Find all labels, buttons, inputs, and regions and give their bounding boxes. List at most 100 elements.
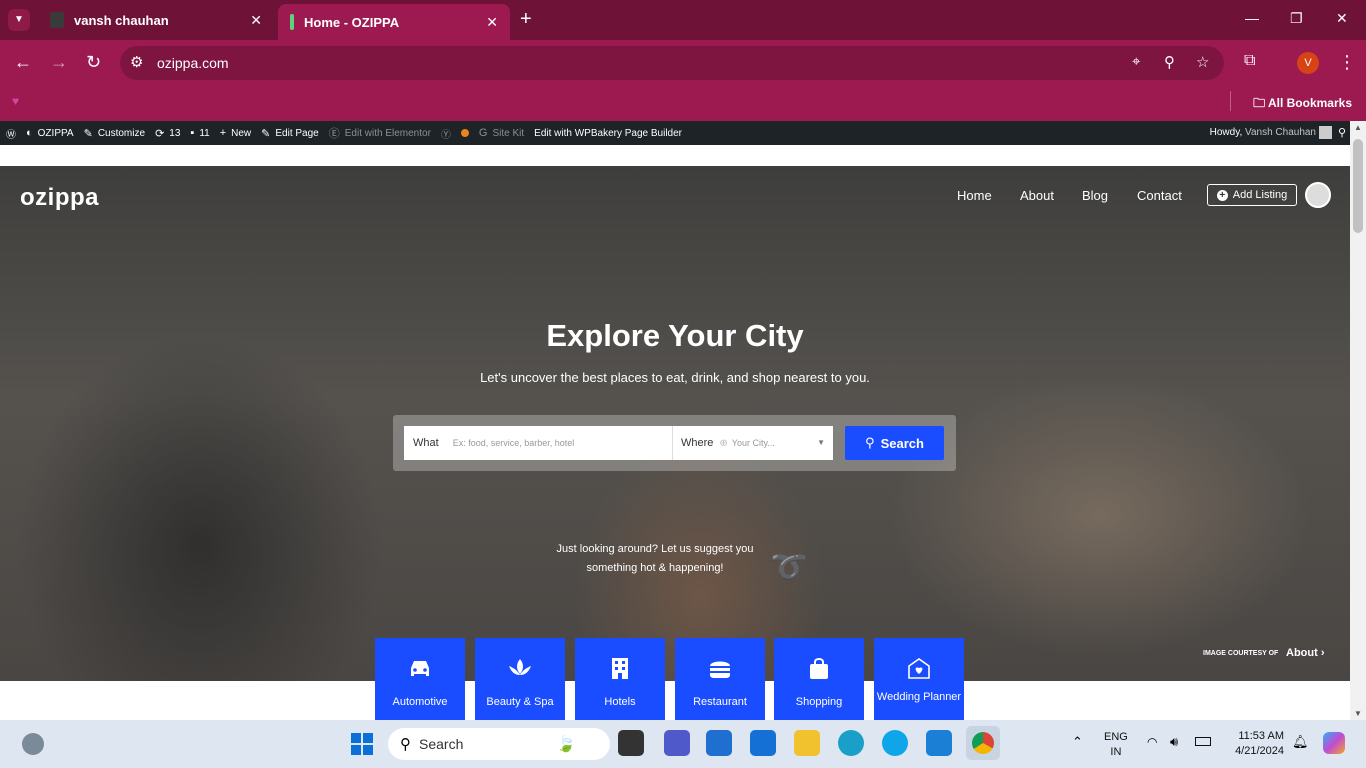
- wp-customize-label: Customize: [97, 127, 146, 139]
- wp-user-avatar[interactable]: [1319, 126, 1332, 139]
- wp-search-icon[interactable]: ⚲: [1338, 126, 1346, 139]
- nav-about[interactable]: About: [1020, 188, 1054, 203]
- close-tab-icon[interactable]: ✕: [250, 12, 262, 29]
- language-indicator[interactable]: ENG IN: [1104, 730, 1128, 760]
- task-view-icon[interactable]: [618, 730, 644, 756]
- back-icon[interactable]: ←: [14, 52, 32, 73]
- menu-kebab-icon[interactable]: ⋮: [1338, 52, 1356, 73]
- crosshair-icon: ⊕: [719, 437, 728, 449]
- store-icon[interactable]: [706, 730, 732, 756]
- what-input[interactable]: Ex: food, service, barber, hotel: [453, 438, 575, 448]
- wp-howdy[interactable]: Howdy, Vansh Chauhan: [1210, 127, 1316, 138]
- wp-site-kit[interactable]: G Site Kit: [479, 127, 524, 139]
- nav-contact[interactable]: Contact: [1137, 188, 1182, 203]
- scroll-up-icon[interactable]: ▲: [1354, 123, 1362, 132]
- nav-blog[interactable]: Blog: [1082, 188, 1108, 203]
- battery-icon[interactable]: [1195, 737, 1211, 746]
- site-info-icon[interactable]: ⚙: [130, 53, 143, 71]
- scroll-down-icon[interactable]: ▼: [1354, 709, 1362, 718]
- copilot-icon[interactable]: [1323, 732, 1345, 754]
- wp-edit-page[interactable]: ✎ Edit Page: [261, 127, 319, 140]
- profile-avatar[interactable]: V: [1297, 52, 1319, 74]
- page-scrollbar[interactable]: ▲ ▼: [1350, 121, 1366, 720]
- category-automotive[interactable]: Automotive: [375, 638, 465, 720]
- category-label: Restaurant: [693, 696, 747, 708]
- volume-icon[interactable]: 🔊︎: [1170, 734, 1178, 750]
- category-beauty-spa[interactable]: Beauty & Spa: [475, 638, 565, 720]
- wp-admin-bar: Ⓦ ◐ OZIPPA ✎ Customize ⟳ 13 ▪ 11 + New ✎ Edit …: [0, 121, 1366, 145]
- browser-tab-bar: ▼ vansh chauhan ✕ Home - OZIPPA ✕ + — ❐ …: [0, 0, 1366, 40]
- skype-icon[interactable]: [882, 730, 908, 756]
- clock[interactable]: 11:53 AM 4/21/2024: [1224, 729, 1284, 759]
- nav-home[interactable]: Home: [957, 188, 992, 203]
- wp-site-label: OZIPPA: [37, 127, 74, 139]
- dashboard-icon: ◐: [26, 127, 33, 139]
- tab-title: Home - OZIPPA: [304, 14, 400, 30]
- wp-edit-elementor[interactable]: Ⓔ Edit with Elementor: [329, 125, 431, 141]
- tab-search-button[interactable]: ▼: [8, 9, 30, 31]
- category-wedding-planner[interactable]: Wedding Planner: [874, 638, 964, 720]
- extensions-icon[interactable]: ⧉: [1244, 52, 1255, 70]
- close-window-icon[interactable]: ✕: [1336, 10, 1348, 27]
- chevron-up-icon[interactable]: ⌃: [1072, 734, 1083, 750]
- mail-icon[interactable]: [750, 730, 776, 756]
- category-hotels[interactable]: Hotels: [575, 638, 665, 720]
- restore-icon[interactable]: ❐: [1290, 10, 1303, 27]
- reload-icon[interactable]: ↻: [86, 52, 101, 73]
- what-field[interactable]: What Ex: food, service, barber, hotel: [404, 426, 672, 460]
- all-bookmarks[interactable]: 🗀 All Bookmarks: [1253, 94, 1352, 115]
- taskbar-search[interactable]: ⚲ Search 🍃: [388, 728, 610, 760]
- wp-edit-wpbakery-label: Edit with WPBakery Page Builder: [534, 127, 682, 139]
- wp-comments-count: 11: [199, 127, 210, 139]
- tab-home-ozippa[interactable]: Home - OZIPPA ✕: [278, 4, 510, 40]
- widgets-icon[interactable]: [22, 733, 44, 755]
- wp-customize[interactable]: ✎ Customize: [84, 127, 145, 140]
- location-icon[interactable]: ⌖: [1132, 53, 1140, 70]
- wp-new[interactable]: + New: [220, 127, 251, 139]
- image-courtesy-link[interactable]: About ›: [1286, 647, 1325, 659]
- wordpress-logo-icon[interactable]: Ⓦ: [6, 126, 16, 141]
- hero-subtitle: Let's uncover the best places to eat, dr…: [480, 370, 870, 385]
- brush-icon: ✎: [83, 127, 93, 140]
- wp-site-name[interactable]: ◐ OZIPPA: [26, 127, 74, 139]
- site-logo[interactable]: ozippa: [20, 184, 99, 212]
- yoast-icon[interactable]: Ⓨ: [441, 126, 451, 141]
- close-tab-icon[interactable]: ✕: [486, 14, 498, 31]
- notification-icon[interactable]: 🔔︎: [1292, 734, 1309, 750]
- wp-comments[interactable]: ▪ 11: [190, 127, 209, 139]
- category-shopping[interactable]: Shopping: [774, 638, 864, 720]
- new-tab-icon[interactable]: +: [520, 8, 532, 31]
- vscode-icon[interactable]: [926, 730, 952, 756]
- tab-favicon: [50, 12, 64, 28]
- wedding-icon: [908, 658, 930, 679]
- wifi-icon[interactable]: ◠: [1147, 735, 1157, 749]
- bookmark-star-icon[interactable]: ☆: [1196, 53, 1209, 71]
- edge-icon[interactable]: [838, 730, 864, 756]
- search-form: What Ex: food, service, barber, hotel Wh…: [393, 415, 956, 471]
- page-viewport: ozippa Home About Blog Contact + Add Lis…: [0, 145, 1350, 720]
- wp-edit-wpbakery[interactable]: Edit with WPBakery Page Builder: [534, 128, 682, 139]
- address-bar[interactable]: ⚙ ozippa.com ⌖ ⚲ ☆: [120, 46, 1224, 80]
- heart-bookmark-icon[interactable]: ♥: [12, 94, 19, 108]
- category-restaurant[interactable]: Restaurant: [675, 638, 765, 720]
- minimize-icon[interactable]: —: [1245, 10, 1259, 26]
- where-input[interactable]: Your City...: [732, 438, 775, 448]
- wp-updates[interactable]: ⟳ 13: [155, 127, 180, 140]
- shopping-bag-icon: [810, 658, 828, 679]
- teams-icon[interactable]: [664, 730, 690, 756]
- user-avatar[interactable]: [1305, 182, 1331, 208]
- add-listing-button[interactable]: + Add Listing: [1207, 184, 1297, 206]
- search-button[interactable]: ⚲ Search: [845, 426, 944, 460]
- chevron-down-icon[interactable]: ▼: [817, 438, 825, 447]
- url-text[interactable]: ozippa.com: [157, 55, 229, 71]
- zoom-icon[interactable]: ⚲: [1164, 53, 1175, 71]
- file-explorer-icon[interactable]: [794, 730, 820, 756]
- chrome-taskbar-button[interactable]: [966, 726, 1000, 760]
- scrollbar-thumb[interactable]: [1353, 139, 1363, 233]
- where-field[interactable]: Where ⊕ Your City... ▼: [672, 426, 833, 460]
- forward-icon[interactable]: →: [50, 52, 68, 73]
- browser-toolbar: ← → ↻ ⚙ ozippa.com ⌖ ⚲ ☆ ⧉ V ⋮: [0, 40, 1366, 86]
- lang-region: IN: [1110, 746, 1122, 758]
- start-windows-icon[interactable]: [351, 733, 373, 755]
- tab-vansh-chauhan[interactable]: vansh chauhan ✕: [38, 0, 274, 40]
